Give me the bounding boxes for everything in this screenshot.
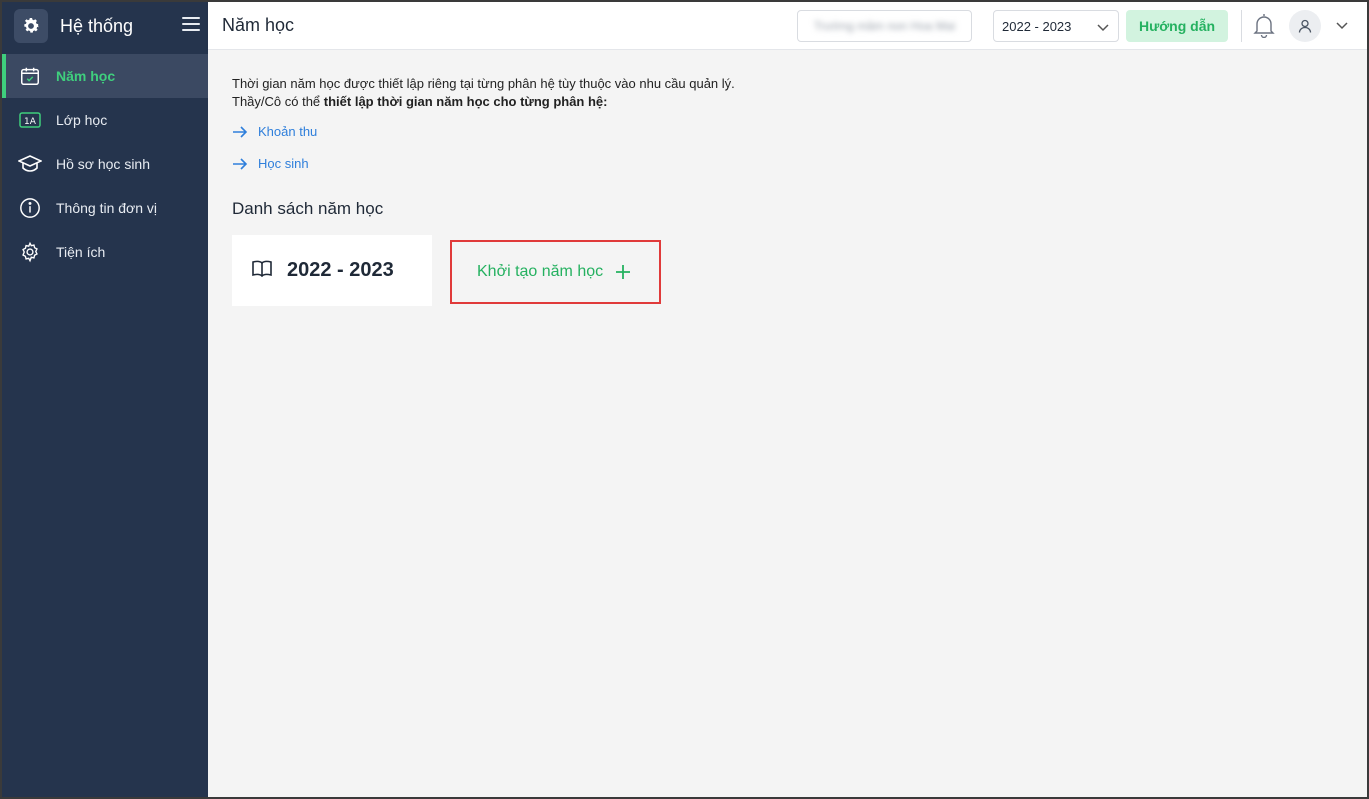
sidebar-title: Hệ thống	[60, 15, 134, 36]
sidebar-item-label: Năm học	[56, 68, 116, 84]
create-school-year-label: Khởi tạo năm học	[477, 263, 604, 280]
link-khoan-thu[interactable]: Khoản thu	[232, 124, 317, 139]
sidebar-item-lop-hoc[interactable]: 1A Lớp học	[2, 98, 208, 142]
divider	[1241, 10, 1242, 42]
graduation-cap-icon	[18, 152, 42, 176]
link-hoc-sinh[interactable]: Học sinh	[232, 156, 309, 171]
section-title: Danh sách năm học	[232, 199, 384, 218]
page-title: Năm học	[222, 15, 295, 35]
system-logo-icon[interactable]	[14, 9, 48, 43]
plus-icon	[616, 265, 631, 279]
intro-line-1: Thời gian năm học được thiết lập riêng t…	[232, 76, 735, 91]
sidebar-item-label: Lớp học	[56, 112, 108, 128]
book-icon	[251, 259, 273, 282]
school-year-card-label: 2022 - 2023	[287, 259, 394, 281]
bell-icon[interactable]	[1252, 12, 1276, 43]
top-bar: Năm học Trường mầm non Hoa Mai 2022 - 20…	[208, 2, 1367, 50]
school-year-card[interactable]: 2022 - 2023	[232, 235, 432, 306]
avatar[interactable]	[1289, 10, 1321, 42]
sidebar: Hệ thống Năm học 1A Lớp học Hồ sơ học si…	[2, 2, 208, 797]
sidebar-header: Hệ thống	[2, 2, 208, 50]
sidebar-item-nam-hoc[interactable]: Năm học	[2, 54, 208, 98]
chevron-down-icon	[1096, 20, 1110, 37]
arrow-right-icon	[233, 125, 248, 138]
intro-line-2-bold: thiết lập thời gian năm học cho từng phâ…	[323, 94, 608, 109]
main-content: Thời gian năm học được thiết lập riêng t…	[208, 50, 1367, 797]
guide-button[interactable]: Hướng dẫn	[1126, 10, 1228, 42]
sidebar-item-ho-so-hoc-sinh[interactable]: Hồ sơ học sinh	[2, 142, 208, 186]
arrow-right-icon	[233, 157, 248, 170]
class-1a-icon: 1A	[18, 108, 42, 132]
sidebar-item-label: Hồ sơ học sinh	[56, 156, 151, 172]
account-chevron-down-icon[interactable]	[1335, 18, 1349, 37]
info-icon	[18, 196, 42, 220]
menu-toggle-icon[interactable]	[182, 17, 200, 33]
intro-text: Thời gian năm học được thiết lập riêng t…	[232, 75, 735, 111]
school-year-select[interactable]: 2022 - 2023	[993, 10, 1119, 42]
link-label: Khoản thu	[258, 124, 318, 139]
calendar-check-icon	[18, 64, 42, 88]
sidebar-item-label: Thông tin đơn vị	[56, 200, 158, 216]
unit-selector[interactable]: Trường mầm non Hoa Mai	[797, 10, 972, 42]
gear-icon	[18, 240, 42, 264]
link-label: Học sinh	[258, 156, 309, 171]
intro-line-2-prefix: Thầy/Cô có thể	[232, 94, 324, 109]
intro-line-2: Thầy/Cô có thể thiết lập thời gian năm h…	[232, 93, 735, 111]
unit-name: Trường mầm non Hoa Mai	[813, 19, 956, 33]
sidebar-item-thong-tin-don-vi[interactable]: Thông tin đơn vị	[2, 186, 208, 230]
sidebar-item-tien-ich[interactable]: Tiện ích	[2, 230, 208, 274]
create-school-year-button[interactable]: Khởi tạo năm học	[450, 240, 661, 304]
app-window: Hệ thống Năm học 1A Lớp học Hồ sơ học si…	[0, 0, 1369, 799]
school-year-value: 2022 - 2023	[1002, 18, 1072, 34]
svg-text:1A: 1A	[24, 117, 37, 127]
sidebar-menu: Năm học 1A Lớp học Hồ sơ học sinh Thông …	[2, 54, 208, 274]
sidebar-item-label: Tiện ích	[56, 244, 106, 260]
